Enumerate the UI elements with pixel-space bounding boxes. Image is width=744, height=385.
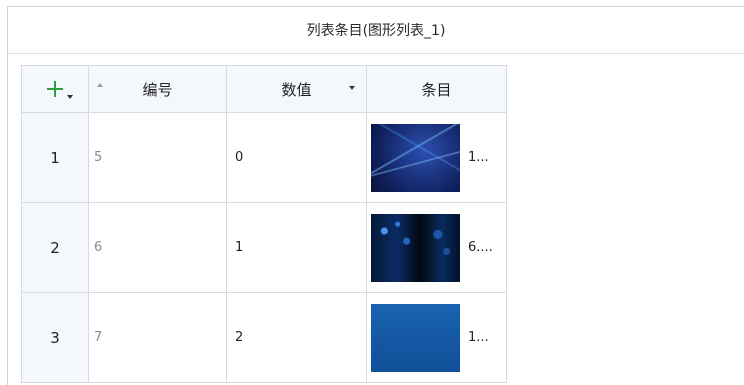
item-cell[interactable]: 1... xyxy=(367,113,507,202)
column-header-number[interactable]: 编号 xyxy=(89,66,227,112)
table-header-row: 编号 数值 条目 xyxy=(22,66,507,113)
column-header-number-label: 编号 xyxy=(142,80,173,99)
item-label: 6.... xyxy=(468,240,493,255)
dropdown-icon[interactable] xyxy=(349,86,355,90)
item-thumbnail xyxy=(371,123,460,192)
number-cell[interactable]: 6 xyxy=(89,203,227,292)
item-table: 编号 数值 条目 1 5 0 1... 2 6 1 6.... 3 7 2 1.… xyxy=(21,65,507,383)
table-row[interactable]: 1 5 0 1... xyxy=(22,113,507,203)
item-label: 1... xyxy=(468,330,489,345)
row-index: 2 xyxy=(22,203,89,292)
item-cell[interactable]: 6.... xyxy=(367,203,507,292)
column-header-value-label: 数值 xyxy=(281,80,312,99)
column-header-item[interactable]: 条目 xyxy=(367,66,507,112)
item-thumbnail xyxy=(371,213,460,282)
list-items-window: 列表条目(图形列表_1) 编号 数值 条目 1 5 0 1... 2 6 1 6… xyxy=(7,6,744,385)
item-thumbnail xyxy=(371,303,460,372)
window-title: 列表条目(图形列表_1) xyxy=(8,7,744,54)
table-row[interactable]: 2 6 1 6.... xyxy=(22,203,507,293)
number-cell[interactable]: 5 xyxy=(89,113,227,202)
table-row[interactable]: 3 7 2 1... xyxy=(22,293,507,383)
sort-up-icon xyxy=(97,83,103,87)
value-cell[interactable]: 0 xyxy=(227,113,367,202)
value-cell[interactable]: 1 xyxy=(227,203,367,292)
plus-icon xyxy=(47,81,63,97)
value-cell[interactable]: 2 xyxy=(227,293,367,382)
item-label: 1... xyxy=(468,150,489,165)
add-row-button[interactable] xyxy=(22,66,89,112)
column-header-value[interactable]: 数值 xyxy=(227,66,367,112)
caret-down-icon xyxy=(67,95,73,99)
column-header-item-label: 条目 xyxy=(421,80,452,99)
item-cell[interactable]: 1... xyxy=(367,293,507,382)
number-cell[interactable]: 7 xyxy=(89,293,227,382)
row-index: 1 xyxy=(22,113,89,202)
row-index: 3 xyxy=(22,293,89,382)
